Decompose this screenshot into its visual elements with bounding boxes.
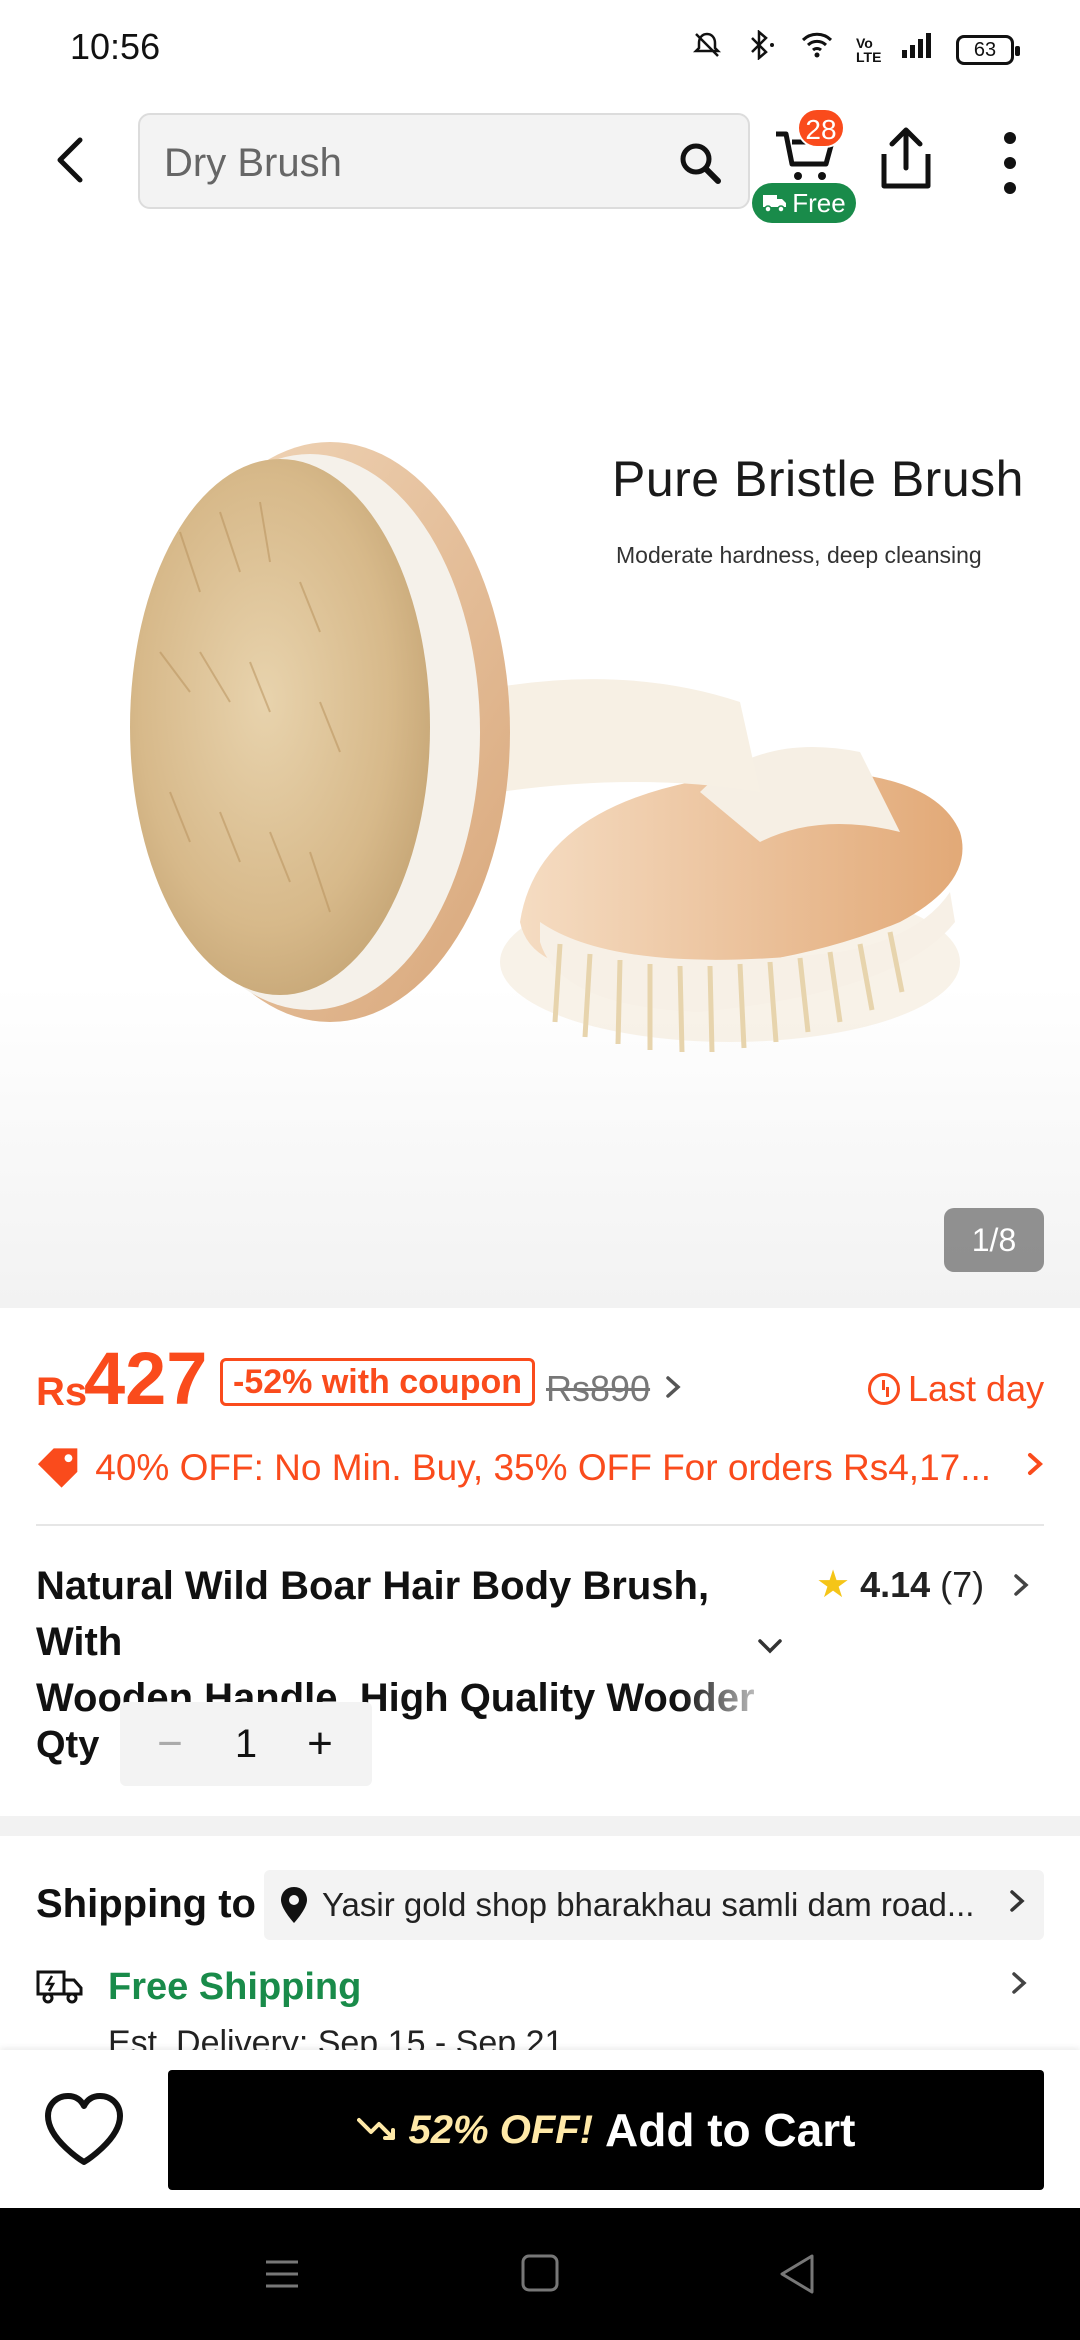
mute-bell-icon — [692, 30, 722, 69]
chevron-right-icon[interactable] — [1010, 1966, 1030, 2009]
add-to-cart-button[interactable]: 52% OFF! Add to Cart — [168, 2070, 1044, 2190]
chevron-right-icon — [1008, 1885, 1028, 1925]
free-shipping-pill: Free — [752, 183, 856, 223]
cart-count-badge: 28 — [797, 108, 845, 148]
free-label: Free — [792, 188, 846, 218]
home-button[interactable] — [510, 2248, 570, 2300]
qty-increase-button[interactable]: + — [290, 1716, 350, 1772]
system-back-button[interactable] — [768, 2248, 828, 2300]
price-tag-icon — [37, 1448, 78, 1488]
rating-count: (7) — [940, 1563, 985, 1605]
expand-title-chevron-down-icon[interactable] — [752, 1628, 788, 1664]
triangle-back-icon — [780, 2254, 814, 2294]
qty-decrease-button[interactable]: − — [140, 1716, 200, 1772]
price-original[interactable]: Rs890 — [546, 1368, 650, 1410]
product-title-line1: Natural Wild Boar Hair Body Brush, With — [36, 1564, 710, 1664]
search-input[interactable]: Dry Brush — [164, 141, 342, 186]
more-vertical-icon — [1004, 132, 1016, 194]
product-image-carousel[interactable]: Pure Bristle Brush Moderate hardness, de… — [0, 232, 1080, 1308]
share-icon — [881, 127, 931, 189]
shipping-to-label: Shipping to — [36, 1882, 256, 1926]
rating-score: 4.14 — [860, 1563, 931, 1605]
rating[interactable]: ★ 4.14 (7) — [816, 1562, 984, 1607]
promo-banner[interactable]: 40% OFF: No Min. Buy, 35% OFF For orders… — [36, 1440, 1046, 1496]
qty-value[interactable]: 1 — [216, 1716, 276, 1772]
price-current: 427 — [84, 1337, 208, 1420]
status-time: 10:56 — [70, 26, 161, 67]
volte-icon: Vo LTE — [856, 34, 882, 65]
status-icons: Vo LTE 63 — [692, 29, 1020, 69]
back-button[interactable] — [40, 128, 104, 192]
promo-text: 40% OFF: No Min. Buy, 35% OFF For orders… — [95, 1447, 992, 1488]
bluetooth-icon — [744, 29, 778, 69]
discount-label: 52% OFF! — [408, 2107, 594, 2152]
hero-subtitle: Moderate hardness, deep cleansing — [616, 542, 982, 568]
status-bar: 10:56 Vo LTE 63 — [0, 0, 1080, 96]
section-separator — [0, 1816, 1080, 1836]
star-icon: ★ — [816, 1564, 851, 1606]
search-bar[interactable]: Dry Brush — [138, 113, 750, 209]
heart-icon — [45, 2093, 123, 2165]
product-title[interactable]: Natural Wild Boar Hair Body Brush, With … — [36, 1558, 806, 1726]
truck-icon — [763, 195, 787, 213]
square-icon — [521, 2254, 559, 2292]
wifi-icon — [800, 30, 834, 69]
image-pager: 1/8 — [944, 1208, 1044, 1272]
deadline-label: Last day — [868, 1368, 1044, 1410]
share-button[interactable] — [874, 124, 938, 194]
recent-apps-button[interactable] — [252, 2248, 312, 2300]
menu-icon — [266, 2260, 298, 2288]
chevron-right-icon[interactable] — [664, 1370, 684, 1413]
shipping-address: Yasir gold shop bharakhau samli dam road… — [322, 1886, 975, 1923]
fast-truck-icon — [36, 1966, 84, 2008]
hero-title: Pure Bristle Brush — [612, 451, 1024, 507]
chevron-right-icon[interactable] — [1012, 1568, 1032, 1611]
signal-icon — [900, 30, 934, 69]
free-shipping-label[interactable]: Free Shipping — [108, 1966, 361, 2009]
product-image — [130, 442, 963, 1053]
wishlist-button[interactable] — [40, 2090, 128, 2170]
chevron-left-icon — [57, 137, 83, 183]
chevron-right-icon — [1026, 1447, 1046, 1490]
qty-label: Qty — [36, 1724, 100, 1766]
trend-down-icon — [356, 2109, 397, 2151]
more-options-button[interactable] — [990, 128, 1030, 198]
divider — [36, 1524, 1044, 1526]
location-pin-icon — [281, 1887, 307, 1923]
system-navigation-bar — [0, 2208, 1080, 2340]
battery-icon: 63 — [956, 34, 1020, 65]
deadline-text: Last day — [908, 1368, 1045, 1409]
clock-icon — [868, 1373, 900, 1405]
shipping-address-selector[interactable]: Yasir gold shop bharakhau samli dam road… — [264, 1870, 1044, 1940]
add-to-cart-label: Add to Cart — [605, 2104, 856, 2156]
search-icon[interactable] — [674, 137, 726, 189]
price-currency: Rs — [36, 1370, 88, 1414]
quantity-stepper: − 1 + — [120, 1702, 372, 1786]
coupon-badge[interactable]: -52% with coupon — [220, 1358, 535, 1406]
